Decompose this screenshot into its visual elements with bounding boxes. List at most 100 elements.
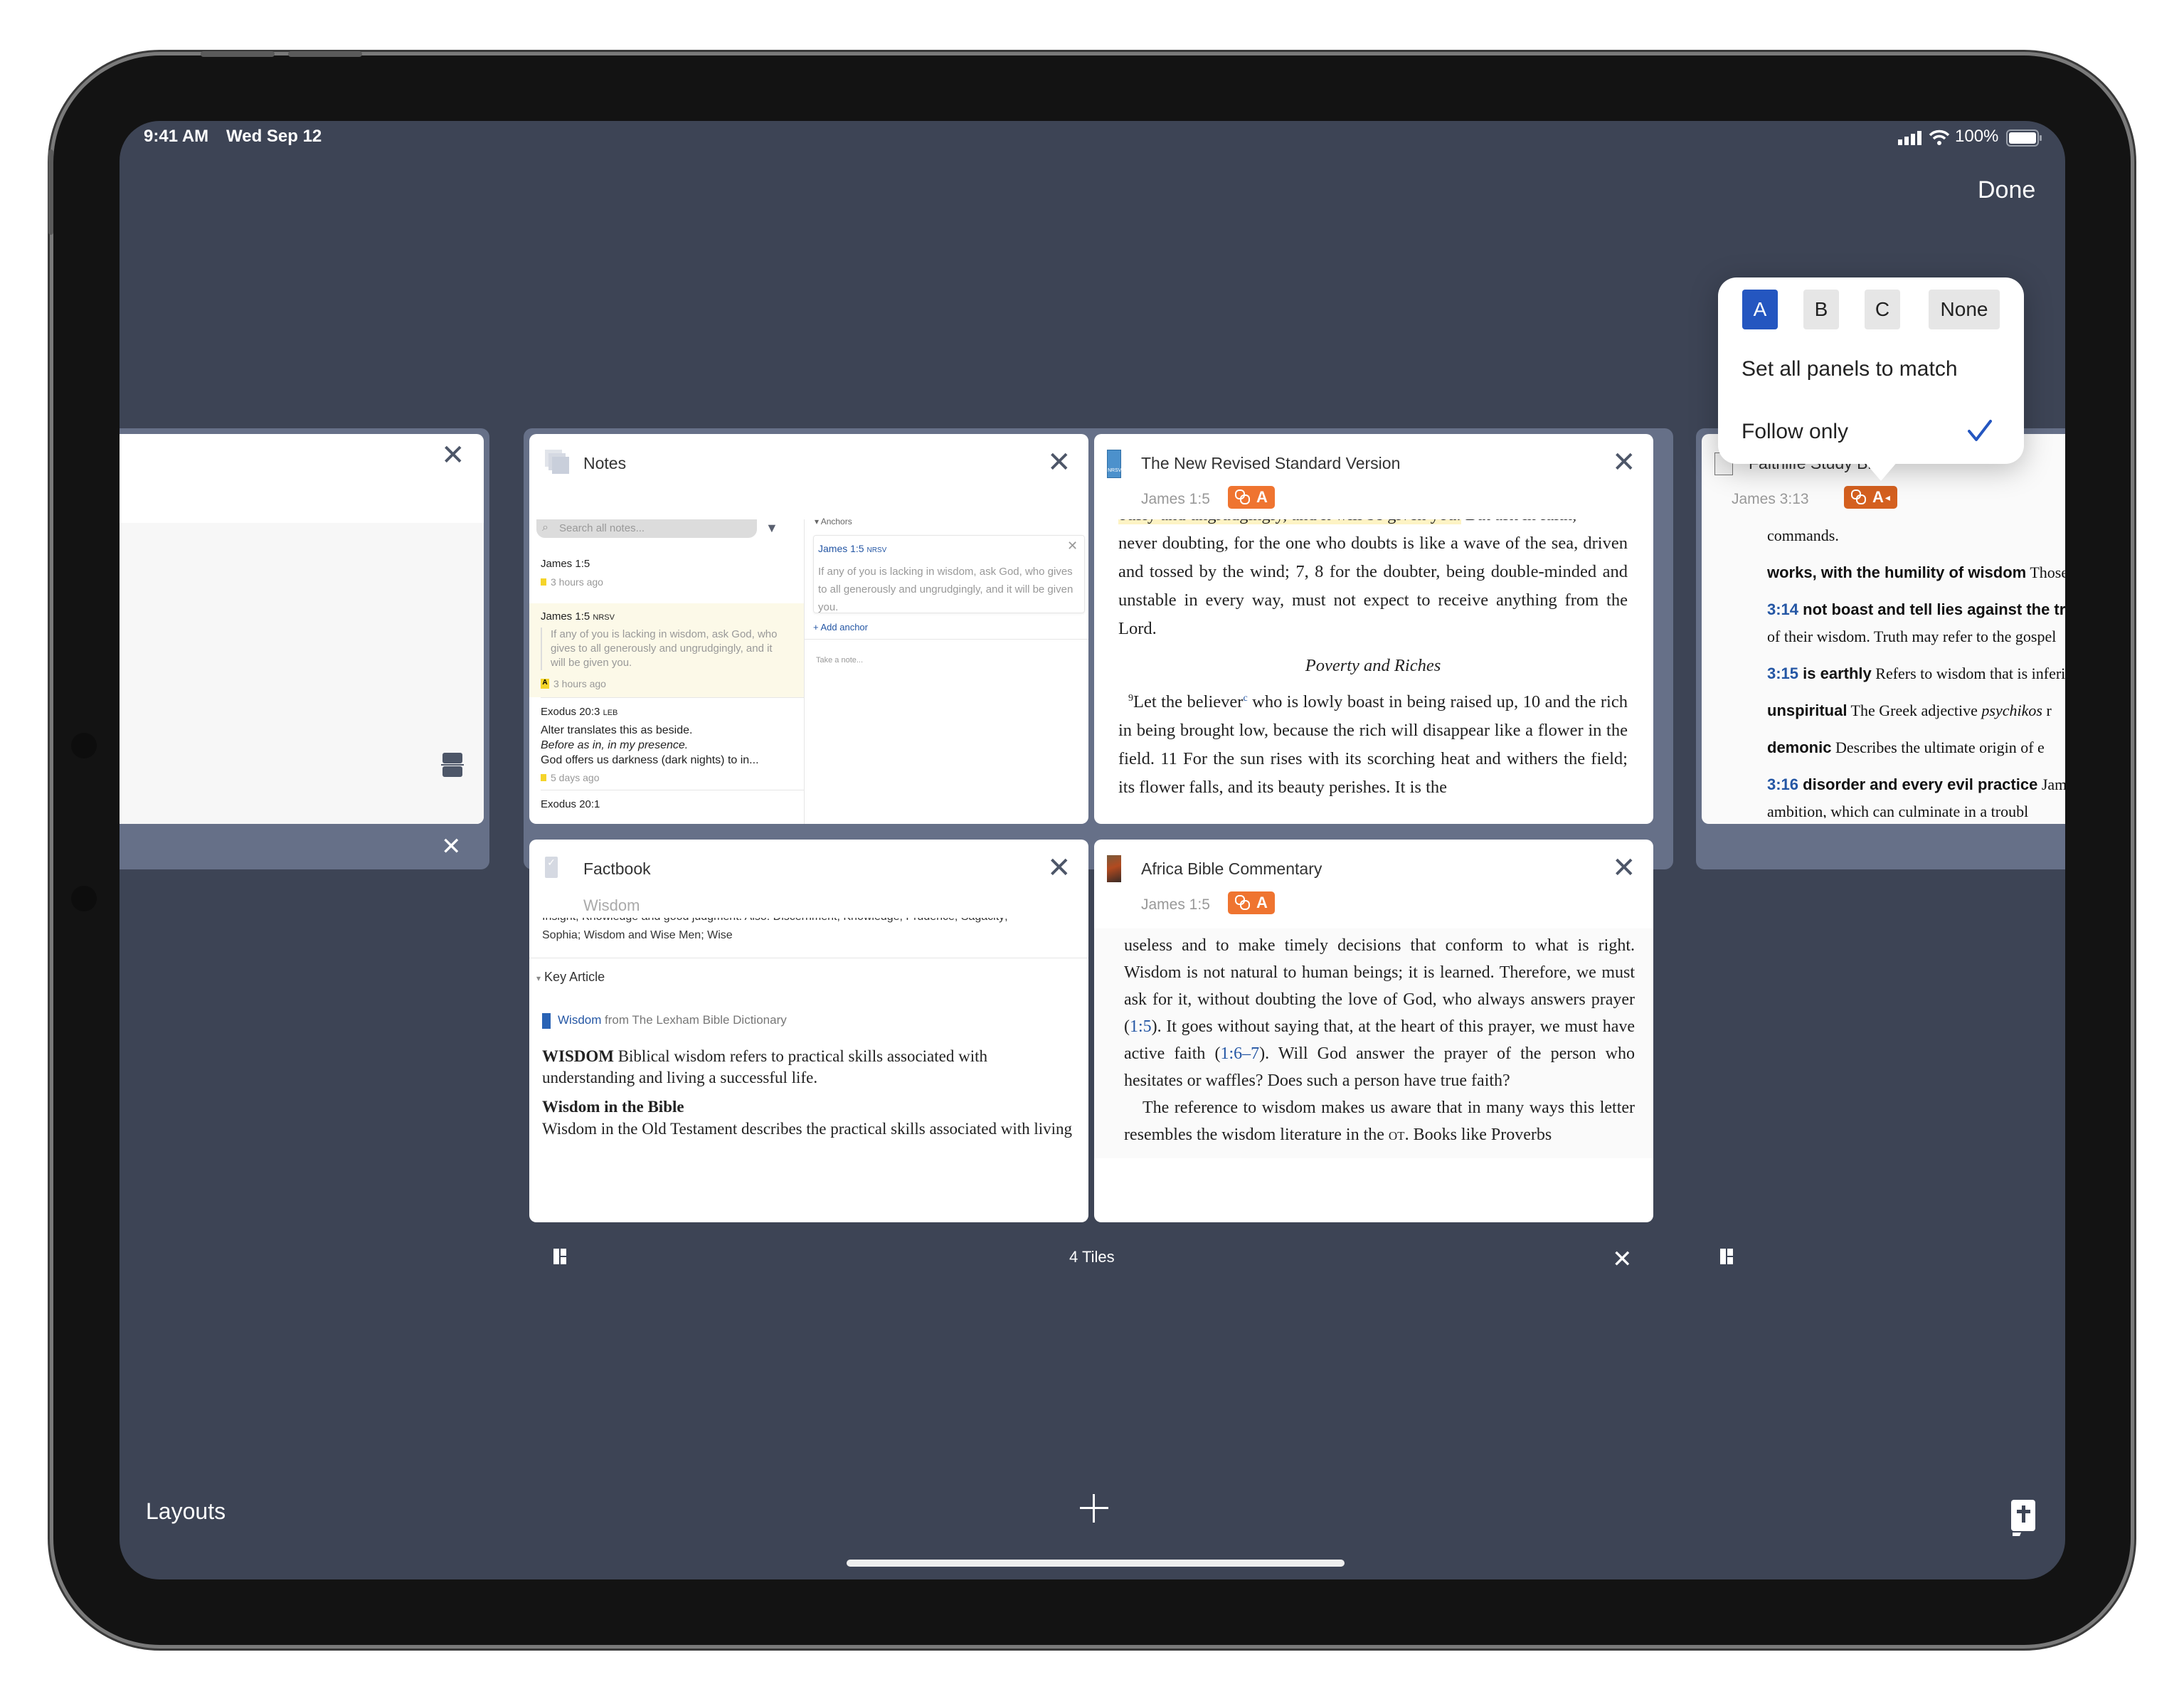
reference-box[interactable]: James 3:13 [1732, 491, 1809, 508]
checkmark-icon [1967, 418, 1993, 446]
list-item[interactable]: Exodus 20:3 LEB Alter translates this as… [529, 699, 804, 790]
article-link[interactable]: Wisdom [558, 1013, 601, 1027]
anchors-header[interactable]: ▾ Anchors [815, 517, 852, 526]
note-detail: ▾ Anchors James 1:5 NRSV ✕ If any of you… [805, 517, 1088, 824]
volume-up-button [201, 51, 275, 57]
nrsv-book-icon: NRSV [1107, 450, 1121, 478]
wifi-icon [1929, 129, 1950, 149]
verse-number[interactable]: 3:15 [1767, 665, 1803, 682]
fsb-panel[interactable]: Faithlife Study Bible James 3:13 A◂ comm… [1702, 434, 2065, 824]
factbook-panel[interactable]: ✓ Factbook ✕ Wisdom Insight; Knowledge a… [529, 840, 1088, 1222]
filter-icon[interactable]: ▼ [765, 521, 778, 536]
follow-only-item[interactable]: Follow only [1742, 420, 1848, 444]
verse-link: 1:6–7 [1220, 1044, 1260, 1063]
close-tile-button[interactable]: ✕ [441, 441, 465, 470]
add-anchor-link[interactable]: + Add anchor [813, 622, 868, 633]
close-panel-button[interactable]: ✕ [1047, 854, 1071, 882]
study-note-line[interactable]: ambition, which can culminate in a troub… [1767, 803, 2028, 818]
note-body-input[interactable]: Take a note... [816, 656, 863, 665]
study-note-line[interactable]: demonic Describes the ultimate origin of… [1767, 739, 2045, 757]
close-panel-button[interactable]: ✕ [1612, 448, 1636, 477]
verse-number[interactable]: 3:14 [1767, 600, 1803, 618]
topic-box[interactable]: Wisdom [583, 896, 640, 915]
link-icon [1851, 489, 1866, 504]
layout-icon[interactable] [553, 1249, 568, 1268]
notes-icon [545, 450, 571, 477]
study-note-line[interactable]: commands. [1767, 526, 1839, 545]
verse-number[interactable]: 3:16 [1767, 776, 1803, 793]
highlight-a-icon: A [541, 679, 549, 689]
panel-title: Factbook [583, 859, 651, 878]
tile-card-left[interactable] [120, 434, 484, 824]
study-note-verse[interactable]: 3:16 disorder and every evil practice Ja… [1767, 776, 2065, 794]
volume-down-button [288, 51, 362, 57]
reference-box[interactable]: James 1:5 [1141, 896, 1210, 914]
study-note-line[interactable]: unspiritual The Greek adjective psychiko… [1767, 702, 2052, 720]
note-marker-icon [541, 578, 546, 586]
status-date: Wed Sep 12 [226, 127, 322, 146]
remove-anchor-icon[interactable]: ✕ [1067, 539, 1078, 554]
link-set-c-button[interactable]: C [1865, 290, 1900, 329]
factbook-icon: ✓ [545, 857, 558, 878]
split-panel-icon[interactable] [441, 753, 464, 780]
notes-panel[interactable]: Notes ✕ ⌕ Search all notes... ▼ James 1:… [529, 434, 1088, 824]
close-panel-button[interactable]: ✕ [1612, 854, 1636, 882]
panel-title: Africa Bible Commentary [1141, 859, 1322, 878]
list-item[interactable]: Exodus 20:1 [541, 798, 600, 810]
search-input[interactable]: ⌕ Search all notes... [536, 519, 757, 538]
article-lead: WISDOM Biblical wisdom refers to practic… [542, 1047, 987, 1086]
bible-text[interactable]: ously and ungrudgingly, and it will be g… [1118, 519, 1628, 811]
list-item[interactable]: James 1:5 3 hours ago [529, 539, 804, 602]
battery-percent: 100% [1955, 127, 1999, 146]
abc-panel[interactable]: Africa Bible Commentary ✕ James 1:5 A us… [1094, 840, 1653, 1222]
add-icon[interactable] [1080, 1494, 1108, 1526]
panel-title: The New Revised Standard Version [1141, 454, 1401, 472]
home-indicator[interactable] [847, 1560, 1345, 1567]
layout-icon[interactable] [1720, 1249, 1734, 1268]
link-set-b-button[interactable]: B [1803, 290, 1839, 329]
link-set-badge[interactable]: A [1228, 486, 1275, 509]
link-set-badge[interactable]: A [1228, 891, 1275, 914]
nrsv-panel[interactable]: NRSV The New Revised Standard Version ✕ … [1094, 434, 1653, 824]
reference-box[interactable]: James 1:5 [1141, 491, 1210, 508]
note-quote: If any of you is lacking in wisdom, ask … [541, 628, 785, 670]
study-notes[interactable]: commands. works, with the humility of wis… [1767, 526, 2065, 818]
anchor-card[interactable]: James 1:5 NRSV ✕ If any of you is lackin… [813, 535, 1085, 613]
key-article-toggle[interactable]: ▾ Key Article [536, 970, 605, 985]
camera-dot [71, 733, 97, 758]
bible-icon[interactable] [2010, 1500, 2037, 1540]
layouts-button[interactable]: Layouts [146, 1498, 226, 1525]
close-panel-button[interactable]: ✕ [1047, 448, 1071, 477]
sensor-dot [71, 886, 97, 911]
side-button [48, 149, 53, 235]
tiles-count: 4 Tiles [1069, 1248, 1115, 1266]
verse-link: 1:5 [1130, 1017, 1152, 1036]
dictionary-book-icon [542, 1013, 551, 1029]
list-item-selected[interactable]: James 1:5 NRSV If any of you is lacking … [529, 603, 804, 697]
link-set-none-button[interactable]: None [1929, 290, 2000, 329]
study-note-line[interactable]: works, with the humility of wisdom Those [1767, 563, 2065, 582]
close-group-button[interactable]: ✕ [1612, 1245, 1633, 1274]
link-set-badge-active[interactable]: A ◂ [1844, 486, 1897, 509]
screen: 9:41 AM Wed Sep 12 100% Done ✕ ✕ Notes ✕… [120, 121, 2065, 1579]
signal-icon [1898, 131, 1924, 149]
related-topics[interactable]: Sophia; Wisdom and Wise Men; Wise [542, 929, 733, 942]
link-set-a-button[interactable]: A [1742, 290, 1778, 329]
popover-arrow [1864, 461, 1898, 481]
study-note-line[interactable]: of their wisdom. Truth may refer to the … [1767, 628, 2056, 646]
link-icon [1235, 489, 1250, 504]
study-note-verse[interactable]: 3:15 is earthly Refers to wisdom that is… [1767, 665, 2065, 683]
study-note-verse[interactable]: 3:14 not boast and tell lies against the… [1767, 600, 2065, 619]
commentary-book-icon [1107, 855, 1121, 882]
status-time: 9:41 AM [144, 127, 209, 146]
commentary-text[interactable]: useless and to make timely decisions tha… [1124, 932, 1635, 1148]
close-group-button[interactable]: ✕ [441, 832, 462, 861]
note-marker-icon [541, 774, 546, 781]
set-all-panels-item[interactable]: Set all panels to match [1742, 357, 1958, 381]
link-icon [1235, 895, 1250, 910]
section-heading: Wisdom in the Bible [542, 1098, 684, 1116]
section-heading: Poverty and Riches [1305, 656, 1441, 675]
battery-icon [2006, 129, 2043, 150]
done-button[interactable]: Done [1978, 176, 2035, 204]
notes-list: ⌕ Search all notes... ▼ James 1:5 3 hour… [529, 519, 805, 824]
